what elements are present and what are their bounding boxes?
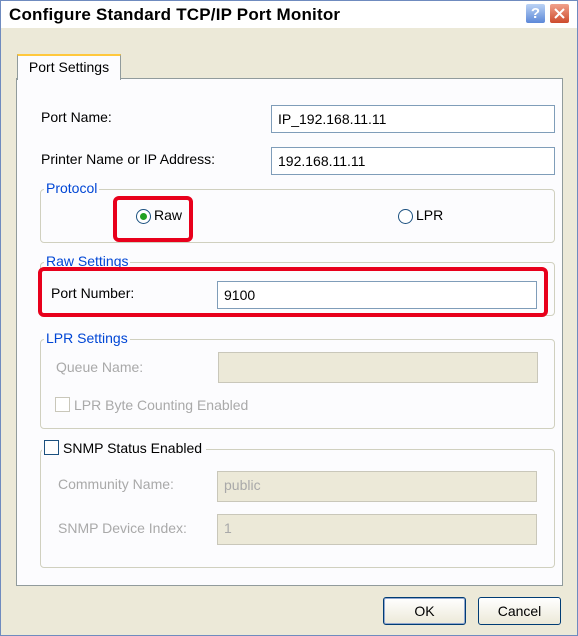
raw-highlight-box xyxy=(113,196,193,242)
lpr-settings-legend: LPR Settings xyxy=(44,330,130,346)
cancel-button[interactable]: Cancel xyxy=(478,597,561,625)
window-title: Configure Standard TCP/IP Port Monitor xyxy=(9,5,341,24)
port-number-highlight-box xyxy=(38,267,548,317)
printer-name-label: Printer Name or IP Address: xyxy=(41,151,216,167)
snmp-legend: SNMP Status Enabled xyxy=(42,440,207,456)
queue-name-input[interactable] xyxy=(218,352,538,383)
ok-button[interactable]: OK xyxy=(383,597,466,625)
lpr-byte-counting-checkbox[interactable] xyxy=(55,397,70,412)
snmp-status-label[interactable]: SNMP Status Enabled xyxy=(63,440,202,456)
community-name-input[interactable]: public xyxy=(217,471,537,502)
close-button[interactable] xyxy=(549,3,570,24)
community-name-label: Community Name: xyxy=(58,476,174,492)
protocol-legend: Protocol xyxy=(44,180,100,196)
close-icon xyxy=(554,8,565,19)
port-name-input[interactable]: IP_192.168.11.11 xyxy=(271,105,555,133)
snmp-group xyxy=(40,449,555,568)
snmp-status-checkbox[interactable] xyxy=(44,440,59,455)
lpr-radio[interactable] xyxy=(398,209,413,224)
snmp-device-index-input[interactable]: 1 xyxy=(217,514,537,545)
printer-address-input[interactable]: 192.168.11.11 xyxy=(271,147,555,175)
help-button[interactable]: ? xyxy=(525,3,546,24)
snmp-device-index-label: SNMP Device Index: xyxy=(58,520,187,536)
lpr-radio-label[interactable]: LPR xyxy=(416,207,443,223)
dialog-window: Configure Standard TCP/IP Port Monitor ?… xyxy=(0,0,578,636)
tab-port-settings[interactable]: Port Settings xyxy=(17,54,121,80)
lpr-byte-counting-label: LPR Byte Counting Enabled xyxy=(74,397,249,413)
title-bar[interactable]: Configure Standard TCP/IP Port Monitor ? xyxy=(1,1,577,28)
queue-name-label: Queue Name: xyxy=(56,359,144,375)
port-name-label: Port Name: xyxy=(41,109,112,125)
